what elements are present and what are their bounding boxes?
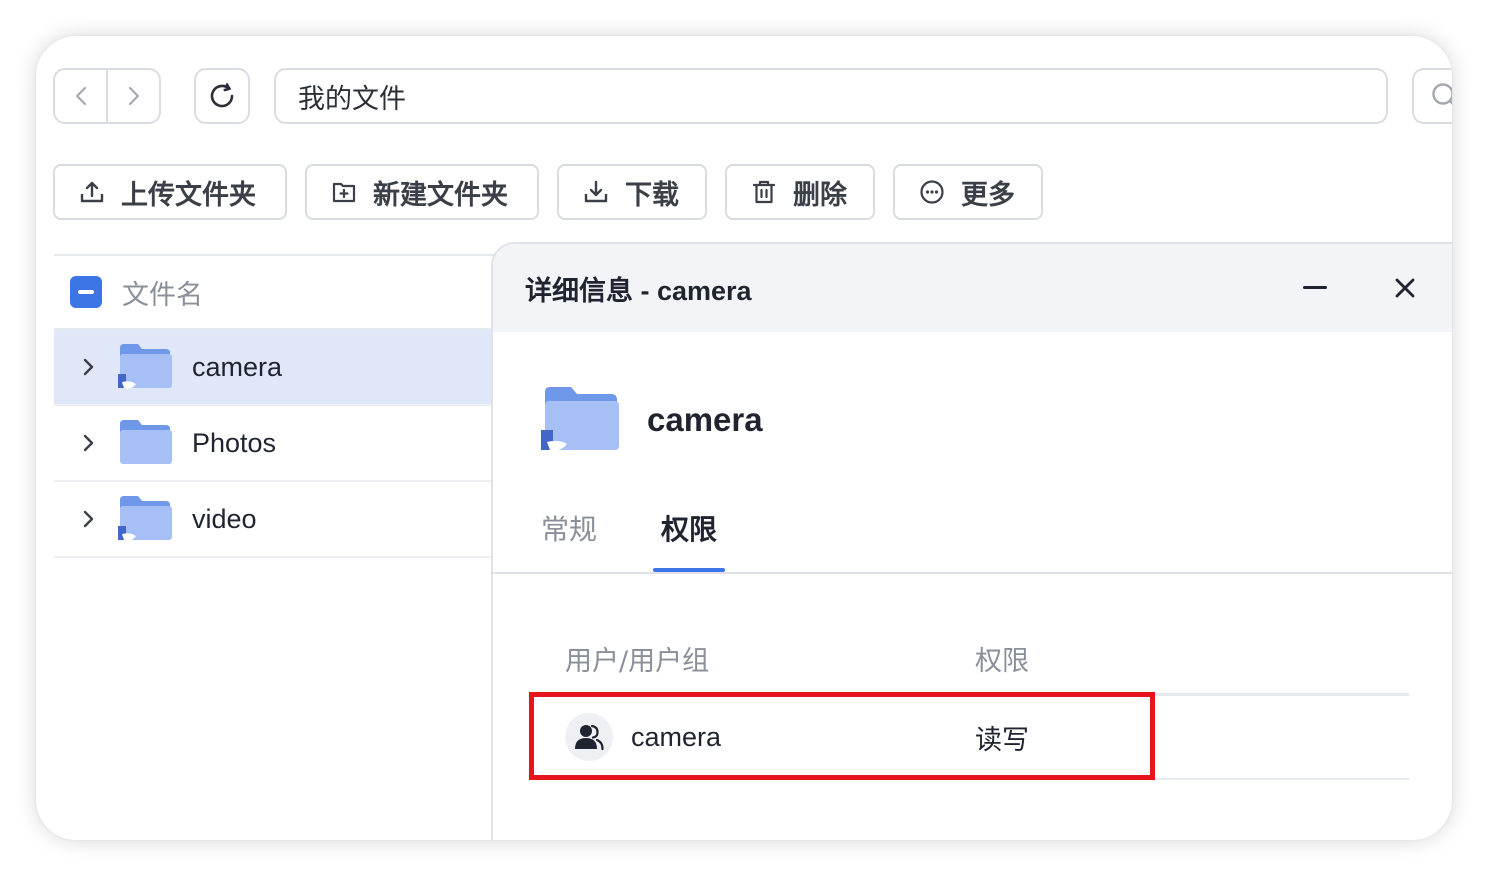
back-button[interactable] (55, 70, 106, 122)
search-button[interactable] (1412, 68, 1452, 124)
minimize-button[interactable] (1297, 274, 1333, 302)
search-icon (1432, 83, 1452, 105)
details-panel: 详细信息 - camera camera 常规 权限 用户/用户组 权限 cam… (491, 242, 1452, 840)
path-text: 我的文件 (298, 83, 406, 115)
expand-chevron-icon[interactable] (78, 356, 100, 378)
close-icon (1395, 278, 1415, 298)
details-title: 详细信息 - camera (525, 275, 752, 306)
more-button[interactable]: 更多 (893, 164, 1043, 220)
more-label: 更多 (961, 179, 1015, 211)
shared-folder-icon (118, 494, 174, 544)
upload-folder-button[interactable]: 上传文件夹 (53, 164, 287, 220)
active-tab-indicator (653, 568, 725, 572)
upload-icon (80, 181, 104, 203)
shared-folder-icon (118, 342, 174, 392)
column-user-label: 用户/用户组 (565, 646, 710, 677)
refresh-button[interactable] (194, 68, 250, 124)
upload-folder-label: 上传文件夹 (121, 179, 256, 211)
trash-icon (752, 180, 776, 204)
forward-button[interactable] (106, 70, 159, 122)
file-name: Photos (192, 427, 277, 458)
permission-row[interactable]: camera 读写 (529, 692, 1409, 780)
new-folder-button[interactable]: 新建文件夹 (305, 164, 539, 220)
file-row-camera[interactable]: camera (54, 330, 494, 406)
refresh-icon (210, 83, 234, 108)
file-row-video[interactable]: video (54, 482, 494, 558)
expand-chevron-icon[interactable] (78, 508, 100, 530)
file-name: camera (192, 351, 283, 382)
download-label: 下载 (625, 179, 679, 211)
more-icon (920, 180, 944, 204)
highlight-box (529, 692, 1155, 780)
file-list-header: 文件名 (54, 254, 494, 330)
new-folder-label: 新建文件夹 (373, 179, 508, 211)
details-header: 详细信息 - camera (493, 244, 1452, 332)
permissions-table: 用户/用户组 权限 camera 读写 (529, 624, 1409, 780)
object-name: camera (647, 401, 763, 438)
close-button[interactable] (1389, 272, 1421, 304)
file-name: video (192, 503, 257, 534)
new-folder-icon (332, 182, 356, 203)
file-row-photos[interactable]: Photos (54, 406, 494, 482)
details-tabs: 常规 权限 (493, 498, 1452, 574)
object-summary: camera (541, 384, 763, 456)
chevron-left-icon (75, 86, 86, 106)
column-permission-label: 权限 (975, 646, 1029, 677)
tab-general[interactable]: 常规 (541, 508, 597, 548)
download-button[interactable]: 下载 (557, 164, 707, 220)
file-manager-window: 我的文件 上传文件夹 新建文件夹 下载 删除 更多 文件名 camera Pho… (36, 36, 1452, 840)
shared-folder-icon (541, 384, 621, 456)
column-filename-label: 文件名 (122, 279, 203, 311)
history-nav (53, 68, 161, 124)
expand-chevron-icon[interactable] (78, 432, 100, 454)
delete-button[interactable]: 删除 (725, 164, 875, 220)
select-all-checkbox[interactable] (70, 276, 102, 308)
chevron-right-icon (128, 86, 139, 106)
delete-label: 删除 (793, 179, 847, 211)
tab-permissions[interactable]: 权限 (661, 508, 717, 548)
folder-icon (118, 418, 174, 468)
path-bar[interactable]: 我的文件 (274, 68, 1388, 124)
file-list: 文件名 camera Photos video (54, 254, 494, 558)
download-icon (584, 180, 608, 203)
permissions-header: 用户/用户组 权限 (537, 624, 1409, 696)
minimize-icon (1303, 286, 1327, 289)
